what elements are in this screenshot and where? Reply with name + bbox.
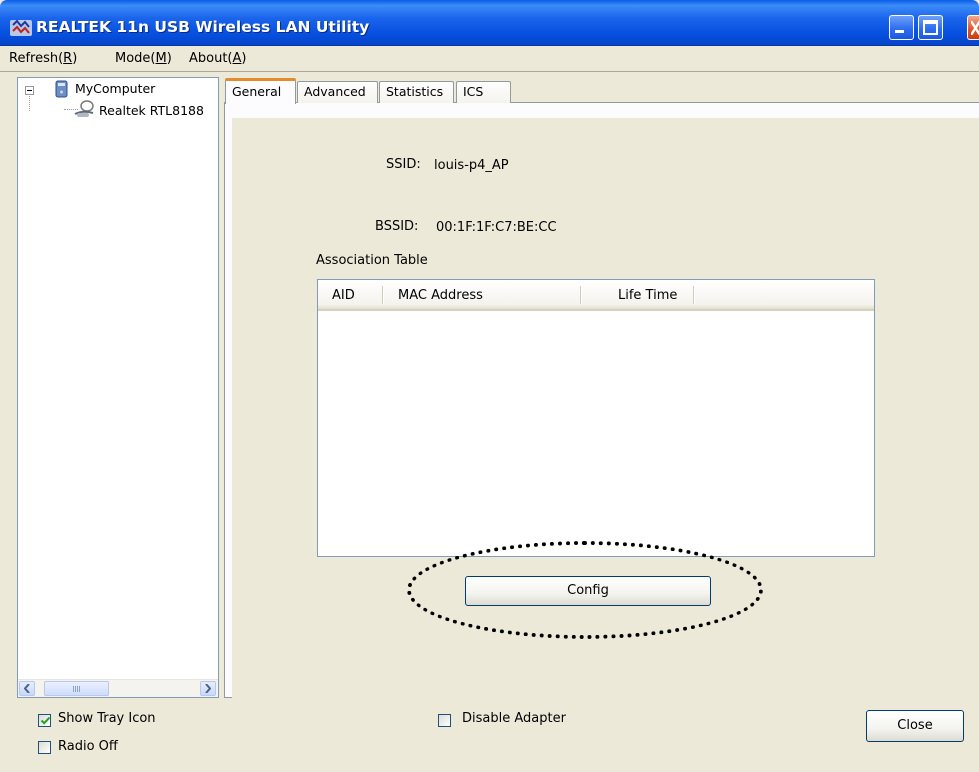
ssid-value: louis-p4_AP <box>434 158 509 173</box>
minimize-icon <box>895 30 904 33</box>
tree-connector <box>29 96 30 111</box>
scroll-right-button[interactable] <box>200 681 216 696</box>
column-header-aid[interactable]: AID <box>332 288 355 303</box>
checkmark-icon <box>40 716 51 725</box>
association-table-header: AID MAC Address Life Time <box>318 280 874 311</box>
tab-general[interactable]: General <box>225 78 296 104</box>
column-header-life-time[interactable]: Life Time <box>618 288 677 303</box>
scroll-thumb[interactable] <box>44 681 109 696</box>
column-separator[interactable] <box>382 286 384 304</box>
tree-node-mycomputer[interactable]: MyComputer <box>75 81 155 96</box>
association-table[interactable]: AID MAC Address Life Time <box>317 279 875 557</box>
scroll-left-button[interactable] <box>19 681 35 696</box>
association-table-label: Association Table <box>316 253 428 268</box>
window-title: REALTEK 11n USB Wireless LAN Utility <box>36 18 370 36</box>
title-bar[interactable]: REALTEK 11n USB Wireless LAN Utility <box>0 0 979 46</box>
show-tray-icon-checkbox[interactable] <box>38 714 51 727</box>
menu-divider <box>0 71 979 72</box>
tree-collapse-toggle[interactable] <box>25 86 34 95</box>
bssid-value: 00:1F:1F:C7:BE:CC <box>436 220 557 235</box>
bssid-label: BSSID: <box>375 219 419 234</box>
realtek-app-icon <box>10 19 32 36</box>
column-header-mac-address[interactable]: MAC Address <box>398 288 483 303</box>
show-tray-icon-label[interactable]: Show Tray Icon <box>58 711 156 726</box>
close-icon <box>971 21 979 35</box>
tree-node-realtek-adapter[interactable]: Realtek RTL8188 <box>99 103 204 118</box>
radio-off-checkbox[interactable] <box>38 741 51 754</box>
tree-horizontal-scrollbar[interactable] <box>18 679 218 697</box>
maximize-button[interactable] <box>918 15 943 40</box>
chevron-left-icon <box>23 683 30 694</box>
minimize-button[interactable] <box>889 15 914 40</box>
menu-about[interactable]: About(A) <box>189 51 247 66</box>
column-separator[interactable] <box>580 286 582 304</box>
chevron-right-icon <box>205 683 212 694</box>
scroll-grip-icon <box>73 686 81 692</box>
column-separator[interactable] <box>693 286 695 304</box>
tab-advanced[interactable]: Advanced <box>297 81 378 103</box>
computer-icon <box>55 80 68 98</box>
menu-refresh[interactable]: Refresh(R) <box>9 51 77 66</box>
tab-statistics[interactable]: Statistics <box>379 81 454 103</box>
maximize-icon <box>923 20 938 35</box>
disable-adapter-checkbox[interactable] <box>438 714 451 727</box>
disable-adapter-label[interactable]: Disable Adapter <box>462 711 566 726</box>
menu-mode[interactable]: Mode(M) <box>115 51 172 66</box>
ssid-label: SSID: <box>386 157 421 172</box>
tab-ics[interactable]: ICS <box>456 81 511 103</box>
close-window-button[interactable] <box>967 15 979 40</box>
radio-off-label[interactable]: Radio Off <box>58 739 118 754</box>
close-button[interactable]: Close <box>866 710 964 742</box>
config-button[interactable]: Config <box>465 576 711 606</box>
menu-bar: Refresh(R) Mode(M) About(A) <box>0 46 979 70</box>
utility-window: REALTEK 11n USB Wireless LAN Utility Ref… <box>0 0 979 772</box>
wireless-adapter-icon <box>74 100 94 117</box>
device-tree[interactable]: MyComputer Realtek RTL8188 <box>17 77 219 698</box>
